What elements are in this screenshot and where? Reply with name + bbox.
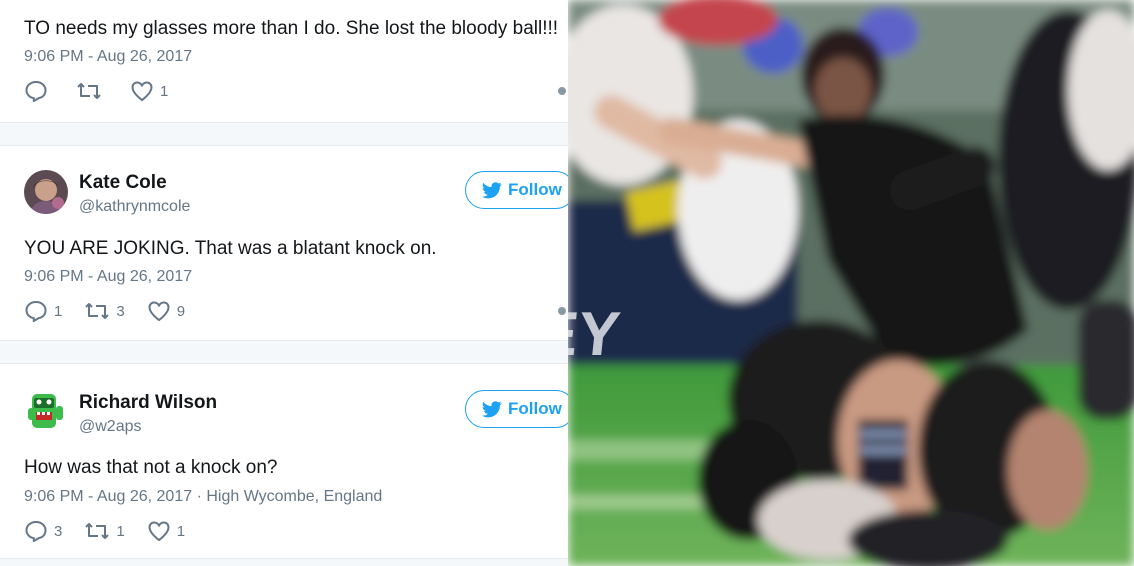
reply-button[interactable]: 1 — [24, 300, 62, 322]
tweet-separator — [0, 558, 568, 566]
tweet-actions: 1 3 9 — [24, 300, 207, 322]
tweet-separator — [0, 340, 568, 364]
retweet-button[interactable]: 3 — [84, 300, 125, 322]
heart-icon — [131, 81, 153, 102]
like-count: 1 — [176, 522, 186, 540]
heart-icon — [148, 521, 170, 542]
like-count: 1 — [160, 82, 169, 100]
follow-button[interactable]: Follow — [465, 171, 568, 209]
twitter-bird-icon — [482, 181, 502, 198]
tweet-timestamp[interactable]: 9:06 PM - Aug 26, 2017 — [24, 48, 192, 66]
like-count: 9 — [176, 302, 186, 320]
like-button[interactable]: 1 — [147, 520, 185, 542]
heart-icon — [148, 301, 170, 322]
tweet-actions: 1 — [24, 80, 190, 102]
retweet-count: 1 — [116, 522, 125, 540]
user-handle[interactable]: @w2aps — [79, 418, 142, 436]
more-icon[interactable] — [558, 87, 566, 95]
advertising-board-text: EY — [568, 300, 623, 369]
follow-button[interactable]: Follow — [465, 390, 568, 428]
avatar[interactable] — [24, 170, 68, 214]
reply-button[interactable]: 3 — [24, 520, 62, 542]
like-button[interactable]: 1 — [130, 80, 168, 102]
follow-label: Follow — [508, 399, 562, 418]
twitter-bird-icon — [482, 400, 502, 417]
tweet-text: TO needs my glasses more than I do. She … — [24, 18, 559, 39]
rugby-match-photo: EY — [568, 0, 1134, 566]
tweet-actions: 3 1 1 — [24, 520, 207, 542]
display-name[interactable]: Kate Cole — [79, 172, 167, 194]
reply-icon — [25, 80, 47, 102]
tweet-timestamp[interactable]: 9:06 PM - Aug 26, 2017 — [24, 268, 192, 286]
reply-button[interactable] — [24, 80, 54, 102]
retweet-button[interactable]: 1 — [84, 520, 125, 542]
tweet-text: YOU ARE JOKING. That was a blatant knock… — [24, 238, 437, 259]
user-handle[interactable]: @kathrynmcole — [79, 198, 190, 216]
tweet-1[interactable]: TO needs my glasses more than I do. She … — [0, 0, 568, 122]
retweet-icon — [85, 523, 110, 539]
retweet-icon — [85, 303, 110, 319]
follow-label: Follow — [508, 180, 562, 199]
tweet-3[interactable]: Richard Wilson @w2aps Follow How was tha… — [0, 364, 568, 566]
avatar[interactable] — [24, 388, 68, 432]
tweet-2[interactable]: Kate Cole @kathrynmcole Follow YOU ARE J… — [0, 146, 568, 340]
tweet-feed: TO needs my glasses more than I do. She … — [0, 0, 568, 566]
reply-count: 3 — [54, 522, 63, 540]
reply-icon — [25, 300, 47, 322]
retweet-button[interactable] — [76, 80, 108, 102]
retweet-icon — [77, 83, 101, 99]
like-button[interactable]: 9 — [147, 300, 185, 322]
reply-icon — [25, 520, 47, 542]
reply-count: 1 — [54, 302, 63, 320]
more-icon[interactable] — [558, 307, 566, 315]
tweet-text: How was that not a knock on? — [24, 457, 278, 478]
retweet-count: 3 — [116, 302, 125, 320]
display-name[interactable]: Richard Wilson — [79, 392, 217, 414]
tweet-timestamp[interactable]: 9:06 PM - Aug 26, 2017 · High Wycombe, E… — [24, 488, 382, 506]
tweet-separator — [0, 122, 568, 146]
